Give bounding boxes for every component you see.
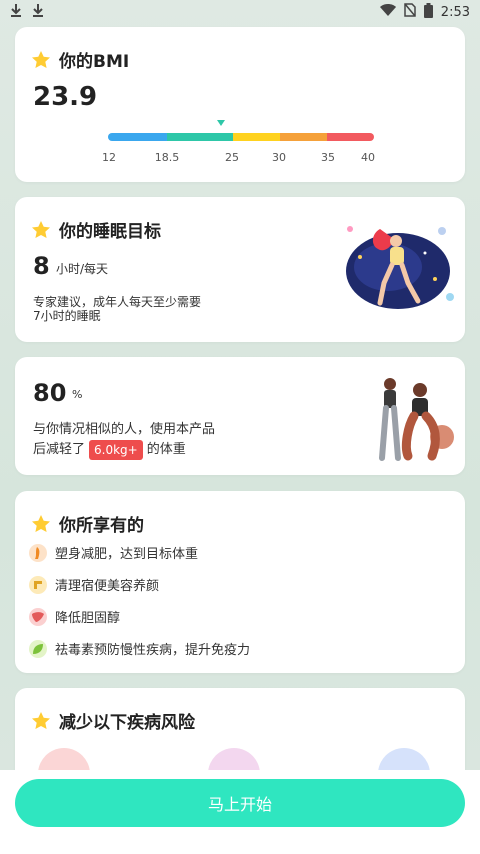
- star-icon: [32, 220, 50, 238]
- weight-percent: 80: [33, 379, 67, 407]
- two-women-illustration: [379, 378, 454, 461]
- benefit-label: 祛毒素预防慢性疾病，提升免疫力: [55, 643, 251, 658]
- weight-percent-sign: %: [72, 388, 83, 401]
- bmi-title: 你的BMI: [31, 47, 129, 72]
- bmi-scale-segment: [167, 133, 233, 141]
- star-icon: [32, 50, 50, 68]
- benefit-label: 塑身减肥，达到目标体重: [55, 547, 199, 562]
- bmi-scale-segment: [108, 133, 167, 141]
- bmi-tick-label: 12: [102, 151, 116, 164]
- risk-title-text: 减少以下疾病风险: [59, 713, 195, 733]
- bmi-card: 你的BMI 23.9 12 18.5 25 30 35 40: [15, 27, 465, 182]
- weight-line2-suffix: 的体重: [146, 442, 186, 457]
- sleep-hours: 8: [33, 252, 50, 280]
- status-left: [10, 3, 44, 21]
- bmi-scale-segment: [327, 133, 374, 141]
- benefit-item: 清理宿便美容养颜: [29, 575, 159, 594]
- battery-icon: [423, 2, 433, 22]
- bmi-title-text: 你的BMI: [59, 52, 130, 72]
- status-right: 2:53: [379, 2, 470, 22]
- benefit-item: 降低胆固醇: [29, 607, 120, 626]
- benefit-label: 降低胆固醇: [55, 611, 121, 626]
- weight-badge: 6.0kg+: [89, 440, 143, 460]
- weight-loss-card: 80 % 与你情况相似的人，使用本产品 后减轻了 6.0kg+ 的体重: [15, 357, 465, 475]
- leaf-icon: [29, 639, 47, 658]
- no-sim-icon: [404, 3, 416, 21]
- download-icon: [32, 3, 44, 21]
- wifi-icon: [379, 3, 396, 21]
- bmi-tick-label: 18.5: [154, 151, 180, 164]
- sleep-title: 你的睡眠目标: [31, 217, 161, 242]
- body-icon: [29, 543, 47, 562]
- benefits-title: 你所享有的: [31, 511, 144, 536]
- sleep-desc-line2: 7小时的睡眠: [33, 309, 101, 323]
- download-icon: [10, 3, 22, 21]
- benefits-title-text: 你所享有的: [59, 516, 144, 536]
- status-bar: 2:53: [0, 0, 480, 24]
- bmi-scale-segment: [233, 133, 280, 141]
- benefits-card: 你所享有的 塑身减肥，达到目标体重 清理宿便美容养颜 降低胆固醇 祛毒素预防慢性…: [15, 491, 465, 673]
- clock: 2:53: [440, 4, 470, 20]
- start-now-button[interactable]: 马上开始: [15, 779, 465, 827]
- bmi-scale-bar: [108, 133, 374, 141]
- weight-line1: 与你情况相似的人，使用本产品: [33, 422, 216, 437]
- star-icon: [32, 711, 50, 729]
- weight-line2-prefix: 后减轻了: [33, 442, 86, 457]
- bmi-value: 23.9: [33, 82, 98, 112]
- bmi-scale-segment: [280, 133, 327, 141]
- sleep-unit: 小时/每天: [56, 262, 109, 276]
- sleep-title-text: 你的睡眠目标: [59, 222, 161, 242]
- bmi-tick-label: 30: [272, 151, 286, 164]
- benefit-item: 祛毒素预防慢性疾病，提升免疫力: [29, 639, 250, 658]
- weight-line2: 后减轻了 6.0kg+ 的体重: [33, 440, 186, 460]
- bmi-tick-label: 40: [361, 151, 375, 164]
- sleep-card: 你的睡眠目标 8 小时/每天 专家建议，成年人每天至少需要 7小时的睡眠: [15, 197, 465, 342]
- liver-icon: [29, 607, 47, 626]
- star-icon: [32, 514, 50, 532]
- sleep-desc-line1: 专家建议，成年人每天至少需要: [33, 295, 202, 309]
- benefit-label: 清理宿便美容养颜: [55, 579, 160, 594]
- risk-title: 减少以下疾病风险: [31, 708, 195, 733]
- bmi-marker: [217, 120, 225, 126]
- bmi-tick-label: 25: [225, 151, 239, 164]
- bmi-tick-label: 35: [321, 151, 335, 164]
- benefit-item: 塑身减肥，达到目标体重: [29, 543, 198, 562]
- sleeping-woman-illustration: [346, 226, 454, 309]
- intestine-icon: [29, 575, 47, 594]
